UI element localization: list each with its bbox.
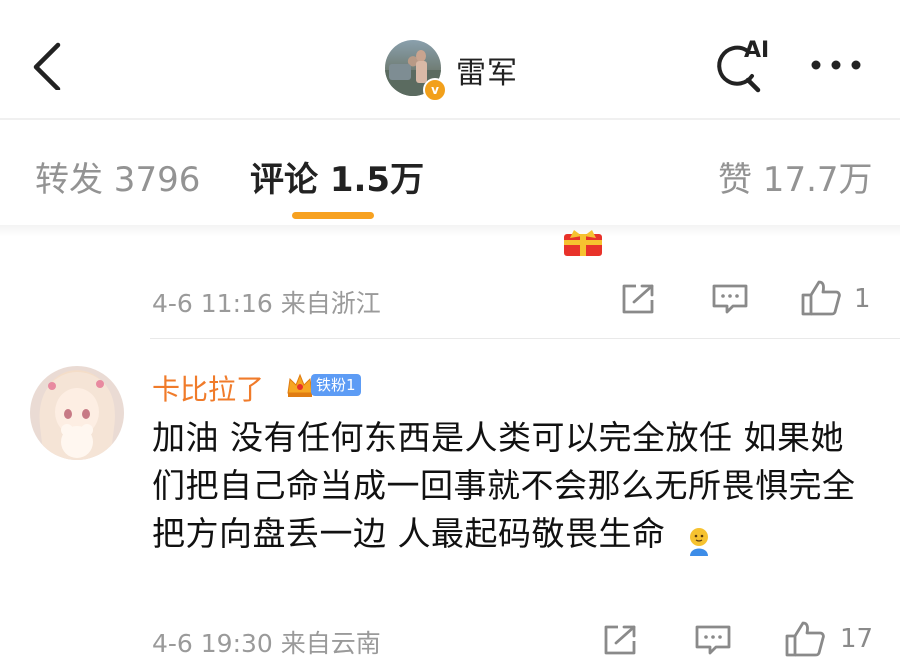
avatar-illustration: [39, 372, 115, 460]
fan-badge-label: 铁粉1: [311, 374, 361, 396]
like-count: 17: [840, 624, 874, 654]
reply-button[interactable]: [711, 283, 749, 315]
more-dots-icon: [811, 60, 861, 70]
like-button[interactable]: [800, 279, 842, 317]
gift-icon: [560, 226, 606, 258]
like-button[interactable]: [784, 620, 826, 658]
reply-icon: [695, 625, 731, 655]
back-button[interactable]: [28, 40, 68, 92]
active-tab-indicator: [292, 212, 374, 219]
comment-text: 加油 没有任何东西是人类可以完全放任 如果她们把自己命当成一回事就不会那么无所畏…: [152, 418, 856, 553]
share-button[interactable]: [602, 624, 638, 656]
share-icon: [604, 625, 636, 655]
ai-search-button[interactable]: AI: [712, 36, 774, 96]
reply-icon: [712, 284, 748, 314]
comment-meta: 4-6 11:16 来自浙江: [152, 289, 381, 318]
fan-badge: 铁粉1: [285, 371, 365, 399]
like-count: 1: [854, 284, 871, 314]
commenter-avatar[interactable]: [30, 366, 124, 460]
thumbs-up-icon: [785, 621, 825, 657]
share-button[interactable]: [620, 283, 656, 315]
comment-meta: 4-6 19:30 来自云南: [152, 629, 381, 658]
reply-button[interactable]: [694, 624, 732, 656]
comment-divider: [150, 338, 900, 339]
verified-icon: v: [423, 78, 447, 102]
emoji-icon: [684, 521, 714, 556]
thumbs-up-icon: [801, 280, 841, 316]
tab-repost[interactable]: 转发 3796: [35, 152, 200, 201]
more-button[interactable]: [806, 50, 866, 80]
header-user-name[interactable]: 雷军: [456, 48, 518, 92]
back-arrow-icon: [33, 42, 61, 92]
tabs-divider: [0, 225, 900, 237]
comment-author[interactable]: 卡比拉了: [152, 368, 264, 408]
header-divider: [0, 118, 900, 120]
tab-comment[interactable]: 评论 1.5万: [250, 152, 424, 201]
comment-body: 加油 没有任何东西是人类可以完全放任 如果她们把自己命当成一回事就不会那么无所畏…: [152, 414, 872, 558]
ai-label: AI: [744, 38, 770, 63]
share-icon: [622, 284, 654, 314]
tab-like[interactable]: 赞 17.7万: [718, 152, 873, 201]
